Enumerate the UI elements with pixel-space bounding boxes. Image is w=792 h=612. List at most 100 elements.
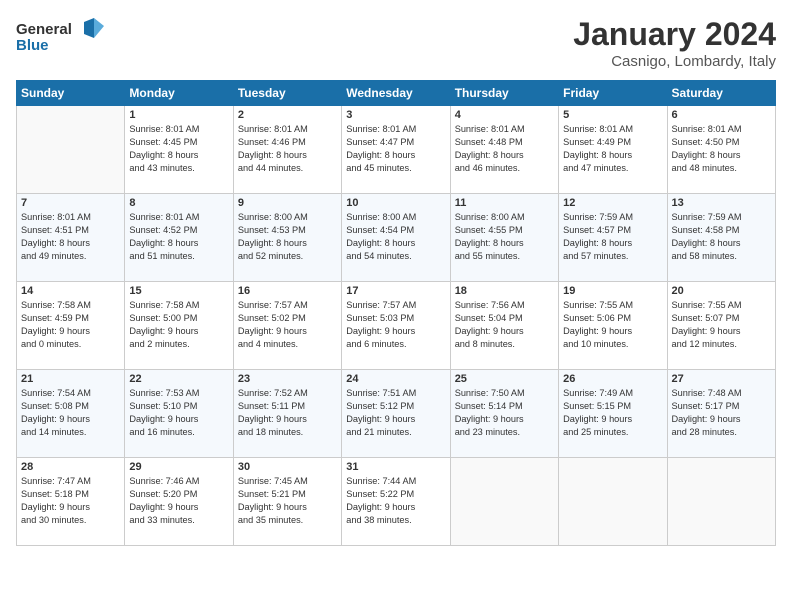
day-info: Sunrise: 7:52 AMSunset: 5:11 PMDaylight:… — [238, 387, 337, 439]
calendar-cell: 17Sunrise: 7:57 AMSunset: 5:03 PMDayligh… — [342, 282, 450, 370]
calendar-cell: 2Sunrise: 8:01 AMSunset: 4:46 PMDaylight… — [233, 106, 341, 194]
day-info: Sunrise: 7:55 AMSunset: 5:07 PMDaylight:… — [672, 299, 771, 351]
header: General Blue January 2024 Casnigo, Lomba… — [16, 16, 776, 70]
day-number: 12 — [563, 197, 662, 209]
day-info: Sunrise: 8:01 AMSunset: 4:49 PMDaylight:… — [563, 123, 662, 175]
day-number: 7 — [21, 197, 120, 209]
calendar-week-row: 1 Sunrise: 8:01 AMSunset: 4:45 PMDaylight… — [17, 106, 776, 194]
day-number: 17 — [346, 285, 445, 297]
day-info: Sunrise: 7:49 AMSunset: 5:15 PMDaylight:… — [563, 387, 662, 439]
calendar-cell: 18 Sunrise: 7:56 AMSunset: 5:04 PMDayligh… — [450, 282, 558, 370]
calendar-cell: 29 Sunrise: 7:46 AMSunset: 5:20 PMDayligh… — [125, 458, 233, 546]
day-number: 1 — [129, 109, 228, 121]
weekday-header: Thursday — [450, 81, 558, 106]
day-number: 8 — [129, 197, 228, 209]
calendar-cell — [559, 458, 667, 546]
day-info: Sunrise: 8:00 AMSunset: 4:54 PMDaylight:… — [346, 211, 445, 263]
calendar-cell: 3 Sunrise: 8:01 AMSunset: 4:47 PMDaylight… — [342, 106, 450, 194]
calendar-cell: 6 Sunrise: 8:01 AMSunset: 4:50 PMDaylight… — [667, 106, 775, 194]
day-info: Sunrise: 7:44 AMSunset: 5:22 PMDaylight:… — [346, 475, 445, 527]
calendar-cell: 9Sunrise: 8:00 AMSunset: 4:53 PMDaylight… — [233, 194, 341, 282]
calendar-cell: 19 Sunrise: 7:55 AMSunset: 5:06 PMDayligh… — [559, 282, 667, 370]
day-number: 3 — [346, 109, 445, 121]
calendar-cell: 5 Sunrise: 8:01 AMSunset: 4:49 PMDaylight… — [559, 106, 667, 194]
day-info: Sunrise: 7:47 AMSunset: 5:18 PMDaylight:… — [21, 475, 120, 527]
location: Casnigo, Lombardy, Italy — [573, 53, 776, 70]
day-info: Sunrise: 7:55 AMSunset: 5:06 PMDaylight:… — [563, 299, 662, 351]
day-number: 29 — [129, 461, 228, 473]
day-info: Sunrise: 7:58 AMSunset: 4:59 PMDaylight:… — [21, 299, 120, 351]
calendar-cell: 31 Sunrise: 7:44 AMSunset: 5:22 PMDayligh… — [342, 458, 450, 546]
day-info: Sunrise: 8:01 AMSunset: 4:50 PMDaylight:… — [672, 123, 771, 175]
day-info: Sunrise: 7:56 AMSunset: 5:04 PMDaylight:… — [455, 299, 554, 351]
day-info: Sunrise: 7:54 AMSunset: 5:08 PMDaylight:… — [21, 387, 120, 439]
day-number: 21 — [21, 373, 120, 385]
day-number: 18 — [455, 285, 554, 297]
calendar-cell: 7 Sunrise: 8:01 AMSunset: 4:51 PMDaylight… — [17, 194, 125, 282]
day-info: Sunrise: 7:59 AMSunset: 4:58 PMDaylight:… — [672, 211, 771, 263]
calendar-cell — [17, 106, 125, 194]
day-number: 4 — [455, 109, 554, 121]
calendar-week-row: 14 Sunrise: 7:58 AMSunset: 4:59 PMDayligh… — [17, 282, 776, 370]
day-number: 30 — [238, 461, 337, 473]
calendar-cell: 28 Sunrise: 7:47 AMSunset: 5:18 PMDayligh… — [17, 458, 125, 546]
logo: General Blue — [16, 16, 106, 61]
calendar-table: SundayMondayTuesdayWednesdayThursdayFrid… — [16, 80, 776, 546]
day-info: Sunrise: 7:50 AMSunset: 5:14 PMDaylight:… — [455, 387, 554, 439]
day-info: Sunrise: 8:01 AMSunset: 4:51 PMDaylight:… — [21, 211, 120, 263]
day-number: 27 — [672, 373, 771, 385]
day-number: 24 — [346, 373, 445, 385]
day-number: 14 — [21, 285, 120, 297]
calendar-page: General Blue January 2024 Casnigo, Lomba… — [0, 0, 792, 612]
day-number: 2 — [238, 109, 337, 121]
svg-text:Blue: Blue — [16, 37, 49, 54]
calendar-cell: 15 Sunrise: 7:58 AMSunset: 5:00 PMDayligh… — [125, 282, 233, 370]
calendar-cell: 11Sunrise: 8:00 AMSunset: 4:55 PMDayligh… — [450, 194, 558, 282]
day-info: Sunrise: 7:53 AMSunset: 5:10 PMDaylight:… — [129, 387, 228, 439]
calendar-cell — [450, 458, 558, 546]
calendar-cell: 30Sunrise: 7:45 AMSunset: 5:21 PMDayligh… — [233, 458, 341, 546]
calendar-cell: 26 Sunrise: 7:49 AMSunset: 5:15 PMDayligh… — [559, 370, 667, 458]
calendar-cell: 1 Sunrise: 8:01 AMSunset: 4:45 PMDaylight… — [125, 106, 233, 194]
logo-text: General Blue — [16, 16, 106, 61]
day-number: 11 — [455, 197, 554, 209]
day-info: Sunrise: 7:51 AMSunset: 5:12 PMDaylight:… — [346, 387, 445, 439]
weekday-header: Saturday — [667, 81, 775, 106]
day-number: 19 — [563, 285, 662, 297]
weekday-header: Sunday — [17, 81, 125, 106]
calendar-cell: 14 Sunrise: 7:58 AMSunset: 4:59 PMDayligh… — [17, 282, 125, 370]
day-number: 22 — [129, 373, 228, 385]
calendar-week-row: 21 Sunrise: 7:54 AMSunset: 5:08 PMDayligh… — [17, 370, 776, 458]
day-number: 28 — [21, 461, 120, 473]
day-number: 16 — [238, 285, 337, 297]
calendar-cell — [667, 458, 775, 546]
day-info: Sunrise: 7:48 AMSunset: 5:17 PMDaylight:… — [672, 387, 771, 439]
weekday-header-row: SundayMondayTuesdayWednesdayThursdayFrid… — [17, 81, 776, 106]
calendar-cell: 24 Sunrise: 7:51 AMSunset: 5:12 PMDayligh… — [342, 370, 450, 458]
day-number: 31 — [346, 461, 445, 473]
calendar-cell: 23Sunrise: 7:52 AMSunset: 5:11 PMDayligh… — [233, 370, 341, 458]
day-info: Sunrise: 7:59 AMSunset: 4:57 PMDaylight:… — [563, 211, 662, 263]
calendar-cell: 16 Sunrise: 7:57 AMSunset: 5:02 PMDayligh… — [233, 282, 341, 370]
day-info: Sunrise: 7:46 AMSunset: 5:20 PMDaylight:… — [129, 475, 228, 527]
month-title: January 2024 — [573, 16, 776, 53]
day-number: 6 — [672, 109, 771, 121]
day-info: Sunrise: 8:01 AMSunset: 4:45 PMDaylight:… — [129, 123, 228, 175]
day-number: 10 — [346, 197, 445, 209]
day-info: Sunrise: 8:01 AMSunset: 4:52 PMDaylight:… — [129, 211, 228, 263]
day-info: Sunrise: 7:57 AMSunset: 5:02 PMDaylight:… — [238, 299, 337, 351]
day-number: 15 — [129, 285, 228, 297]
calendar-cell: 20Sunrise: 7:55 AMSunset: 5:07 PMDayligh… — [667, 282, 775, 370]
day-number: 26 — [563, 373, 662, 385]
weekday-header: Monday — [125, 81, 233, 106]
day-number: 25 — [455, 373, 554, 385]
day-number: 13 — [672, 197, 771, 209]
weekday-header: Wednesday — [342, 81, 450, 106]
day-info: Sunrise: 8:01 AMSunset: 4:47 PMDaylight:… — [346, 123, 445, 175]
calendar-cell: 12 Sunrise: 7:59 AMSunset: 4:57 PMDayligh… — [559, 194, 667, 282]
day-info: Sunrise: 8:01 AMSunset: 4:48 PMDaylight:… — [455, 123, 554, 175]
day-info: Sunrise: 7:58 AMSunset: 5:00 PMDaylight:… — [129, 299, 228, 351]
weekday-header: Friday — [559, 81, 667, 106]
calendar-cell: 10 Sunrise: 8:00 AMSunset: 4:54 PMDayligh… — [342, 194, 450, 282]
day-number: 5 — [563, 109, 662, 121]
